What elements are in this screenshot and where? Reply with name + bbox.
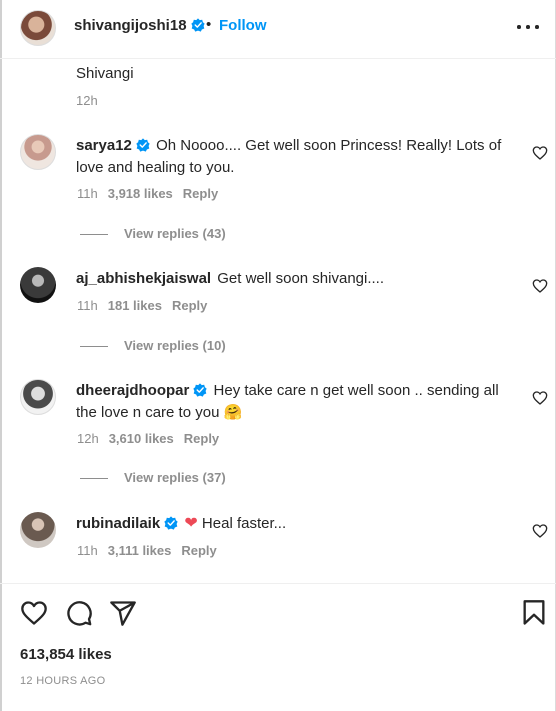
comment-icon[interactable] <box>65 599 93 627</box>
replies-line <box>80 346 108 348</box>
red-heart-icon: ❤ <box>184 515 198 532</box>
view-replies-button[interactable]: View replies (10) <box>80 338 226 353</box>
panel-edge <box>0 0 2 711</box>
commenter-avatar[interactable] <box>20 379 56 415</box>
caption-timestamp: 12h <box>76 93 98 108</box>
comment-body: dheerajdhoopar Hey take care n get well … <box>76 380 516 424</box>
comment-likes[interactable]: 3,111 likes <box>108 543 172 558</box>
replies-line <box>80 234 108 236</box>
view-replies-label: View replies (43) <box>124 226 226 241</box>
commenter-avatar[interactable] <box>20 267 56 303</box>
commenter-username[interactable]: rubinadilaik <box>76 515 160 532</box>
comment-text: Get well soon shivangi.... <box>217 270 385 287</box>
post-likes-count[interactable]: 613,854 likes <box>20 646 112 663</box>
replies-line <box>80 478 108 480</box>
comment-time: 11h <box>77 186 98 201</box>
verified-badge-icon <box>136 138 150 152</box>
post-timestamp[interactable]: 12 HOURS AGO <box>20 675 106 687</box>
comment-body: sarya12 Oh Noooo.... Get well soon Princ… <box>76 135 516 179</box>
comment-time: 12h <box>77 431 99 446</box>
view-replies-button[interactable]: View replies (37) <box>80 470 226 485</box>
commenter-avatar[interactable] <box>20 512 56 548</box>
comment-meta: 11h 3,918 likes Reply <box>77 186 228 201</box>
separator-dot: • <box>206 16 212 33</box>
comment-meta: 12h 3,610 likes Reply <box>77 431 229 446</box>
reply-button[interactable]: Reply <box>184 431 219 446</box>
comment-meta: 11h 181 likes Reply <box>77 298 217 313</box>
author-avatar[interactable] <box>20 10 56 46</box>
verified-badge-icon <box>164 516 178 530</box>
follow-button[interactable]: Follow <box>219 17 267 34</box>
more-options-icon[interactable] <box>514 14 542 38</box>
reply-button[interactable]: Reply <box>181 543 216 558</box>
comment-likes[interactable]: 3,610 likes <box>109 431 174 446</box>
heart-outline-icon[interactable] <box>532 145 548 161</box>
comment-body: aj_abhishekjaiswal Get well soon shivang… <box>76 268 516 290</box>
post-caption: Shivangi <box>76 65 134 82</box>
view-replies-button[interactable]: View replies (43) <box>80 226 226 241</box>
commenter-avatar[interactable] <box>20 134 56 170</box>
comment-meta: 11h 3,111 likes Reply <box>77 543 227 558</box>
view-replies-label: View replies (10) <box>124 338 226 353</box>
verified-badge-icon <box>190 18 205 32</box>
commenter-username[interactable]: aj_abhishekjaiswal <box>76 270 211 287</box>
comment-text: ❤ Heal faster... <box>184 515 287 532</box>
action-divider <box>0 583 556 584</box>
commenter-username[interactable]: sarya12 <box>76 137 132 154</box>
heart-outline-icon[interactable] <box>20 599 48 627</box>
verified-badge-icon <box>193 383 208 397</box>
author-username-row: shivangijoshi18 <box>74 17 205 34</box>
reply-button[interactable]: Reply <box>172 298 207 313</box>
comment-likes[interactable]: 181 likes <box>108 298 162 313</box>
share-icon[interactable] <box>109 599 137 627</box>
heart-outline-icon[interactable] <box>532 390 548 406</box>
comment-body: rubinadilaik ❤ Heal faster... <box>76 513 516 535</box>
commenter-username[interactable]: dheerajdhoopar <box>76 382 189 399</box>
comment-likes[interactable]: 3,918 likes <box>108 186 173 201</box>
comment-time: 11h <box>77 298 98 313</box>
author-username[interactable]: shivangijoshi18 <box>74 17 187 34</box>
heart-outline-icon[interactable] <box>532 278 548 294</box>
comment-time: 11h <box>77 543 98 558</box>
post-header: shivangijoshi18 • Follow <box>0 0 556 59</box>
reply-button[interactable]: Reply <box>183 186 218 201</box>
heart-outline-icon[interactable] <box>532 523 548 539</box>
bookmark-icon[interactable] <box>520 599 548 627</box>
view-replies-label: View replies (37) <box>124 470 226 485</box>
